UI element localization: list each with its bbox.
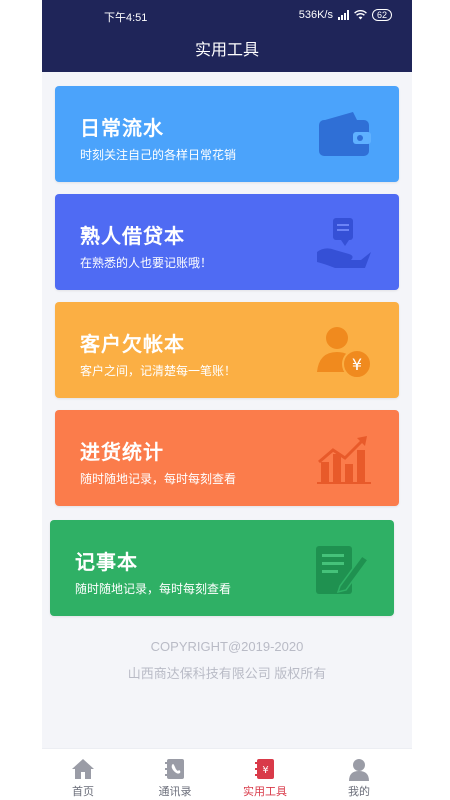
tab-label: 实用工具 — [243, 786, 287, 798]
card-subtitle: 随时随地记录，每时每刻查看 — [80, 472, 237, 486]
company-text: 山西商达保科技有限公司 版权所有 — [127, 666, 327, 681]
home-icon — [72, 759, 94, 779]
copyright-text: COPYRIGHT@2019-2020 — [150, 639, 304, 654]
app-screen: 下午4:51 536K/s 62 实用工具 日常流水 时刻关注自己的各样日常花销… — [42, 0, 412, 800]
tab-label: 我的 — [348, 786, 370, 798]
status-time: 下午4:51 — [104, 12, 148, 24]
card-subtitle: 随时随地记录，每时每刻查看 — [75, 582, 232, 596]
tab-label: 首页 — [72, 786, 94, 798]
battery-icon: 62 — [371, 9, 392, 21]
card-subtitle: 时刻关注自己的各样日常花销 — [80, 148, 237, 162]
card-subtitle: 在熟悉的人也要记账哦！ — [80, 256, 213, 270]
wallet-icon — [319, 112, 371, 156]
status-right: 536K/s 62 — [299, 9, 392, 21]
status-bar: 下午4:51 536K/s 62 — [42, 0, 412, 30]
bottom-tab-bar: 首页 通讯录 ¥ 实用工具 我的 — [42, 748, 412, 800]
signal-icon — [337, 10, 349, 20]
tab-label: 通讯录 — [158, 786, 192, 798]
person-icon — [349, 759, 369, 781]
wifi-icon — [354, 10, 367, 20]
card-title: 日常流水 — [80, 118, 164, 140]
card-acquaintance-loans[interactable]: 熟人借贷本 在熟悉的人也要记账哦！ — [55, 194, 399, 290]
tab-contacts[interactable]: 通讯录 — [140, 749, 210, 800]
hand-money-icon — [317, 218, 371, 268]
network-speed: 536K/s — [298, 9, 333, 21]
svg-text:¥: ¥ — [352, 355, 362, 374]
tab-home[interactable]: 首页 — [48, 749, 118, 800]
card-title: 熟人借贷本 — [80, 226, 185, 248]
card-customer-debts[interactable]: 客户欠帐本 客户之间，记清楚每一笔账！ ¥ — [55, 302, 399, 398]
svg-text:¥: ¥ — [262, 765, 268, 776]
tab-tools[interactable]: ¥ 实用工具 — [230, 749, 300, 800]
contacts-book-icon — [165, 759, 184, 779]
card-purchase-stats[interactable]: 进货统计 随时随地记录，每时每刻查看 — [55, 410, 399, 506]
card-subtitle: 客户之间，记清楚每一笔账！ — [80, 364, 237, 378]
customer-yen-icon: ¥ — [317, 327, 372, 379]
card-title: 记事本 — [75, 552, 138, 574]
card-title: 客户欠帐本 — [80, 334, 185, 356]
card-notebook[interactable]: 记事本 随时随地记录，每时每刻查看 — [50, 520, 394, 616]
card-title: 进货统计 — [80, 442, 164, 464]
page-title: 实用工具 — [42, 30, 412, 72]
notebook-pen-icon — [316, 546, 370, 594]
card-daily-flow[interactable]: 日常流水 时刻关注自己的各样日常花销 — [55, 86, 399, 182]
tab-mine[interactable]: 我的 — [324, 749, 394, 800]
bar-chart-icon — [317, 436, 371, 484]
tools-book-icon: ¥ — [255, 759, 274, 779]
